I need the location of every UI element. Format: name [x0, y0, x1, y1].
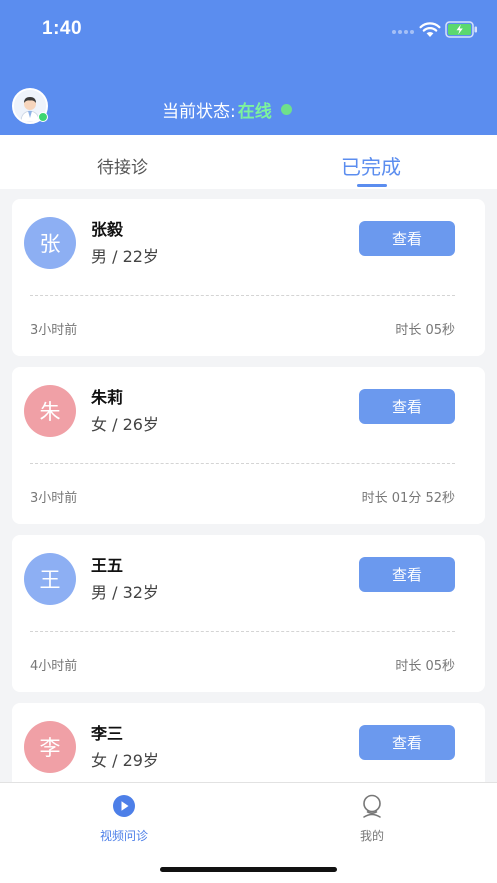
tab-mine[interactable]: 我的: [312, 793, 432, 844]
status-time: 1:40: [42, 18, 83, 39]
view-button[interactable]: 查看: [359, 221, 455, 256]
tab-completed[interactable]: 已完成: [341, 151, 401, 180]
status-value: 在线: [237, 102, 272, 122]
tab-bar-top: 待接诊 已完成: [0, 135, 497, 189]
online-indicator-dot: [38, 112, 48, 122]
status-dot-icon: [280, 104, 292, 115]
patient-avatar: 王: [24, 553, 76, 605]
online-status[interactable]: 当前状态: 在线: [162, 97, 292, 122]
wifi-icon: [419, 22, 441, 37]
patient-avatar: 张: [24, 217, 76, 269]
status-label: 当前状态:: [162, 102, 236, 122]
user-icon: [363, 794, 381, 818]
tab-video-label: 视频问诊: [99, 829, 148, 843]
patient-name: 王五: [91, 556, 124, 575]
cellular-signal-icon: [392, 30, 414, 34]
patient-name: 李三: [91, 724, 124, 743]
call-duration: 时长 01分 52秒: [361, 491, 455, 506]
patient-info: 女 / 26岁: [91, 415, 159, 434]
patient-info: 男 / 22岁: [91, 247, 159, 266]
tab-video-consult[interactable]: 视频问诊: [64, 793, 184, 844]
patient-name: 张毅: [91, 220, 124, 239]
tab-pending[interactable]: 待接诊: [97, 153, 148, 178]
patient-name: 朱莉: [91, 388, 124, 407]
battery-charging-icon: [445, 21, 477, 38]
call-duration: 时长 05秒: [395, 659, 455, 674]
patient-avatar: 李: [24, 721, 76, 773]
view-button[interactable]: 查看: [359, 557, 455, 592]
home-indicator: [160, 867, 337, 872]
tab-active-indicator: [357, 184, 387, 187]
divider: [30, 295, 455, 296]
record-card: 张 张毅 男 / 22岁 查看 3小时前 时长 05秒: [12, 199, 485, 356]
divider: [30, 631, 455, 632]
record-card: 李 李三 女 / 29岁 查看: [12, 703, 485, 782]
divider: [30, 463, 455, 464]
time-ago: 4小时前: [30, 659, 78, 674]
header: 1:40 当前状态: 在线: [0, 0, 497, 135]
status-bar: 1:40: [0, 0, 497, 60]
time-ago: 3小时前: [30, 323, 78, 338]
patient-info: 女 / 29岁: [91, 751, 159, 770]
tab-mine-label: 我的: [359, 829, 384, 843]
record-card: 朱 朱莉 女 / 26岁 查看 3小时前 时长 01分 52秒: [12, 367, 485, 524]
call-duration: 时长 05秒: [395, 323, 455, 338]
video-play-icon: [113, 795, 135, 817]
patient-info: 男 / 32岁: [91, 583, 159, 602]
view-button[interactable]: 查看: [359, 389, 455, 424]
time-ago: 3小时前: [30, 491, 78, 506]
patient-avatar: 朱: [24, 385, 76, 437]
record-card: 王 王五 男 / 32岁 查看 4小时前 时长 05秒: [12, 535, 485, 692]
record-list[interactable]: 张 张毅 男 / 22岁 查看 3小时前 时长 05秒 朱 朱莉 女 / 26岁…: [0, 189, 497, 782]
view-button[interactable]: 查看: [359, 725, 455, 760]
